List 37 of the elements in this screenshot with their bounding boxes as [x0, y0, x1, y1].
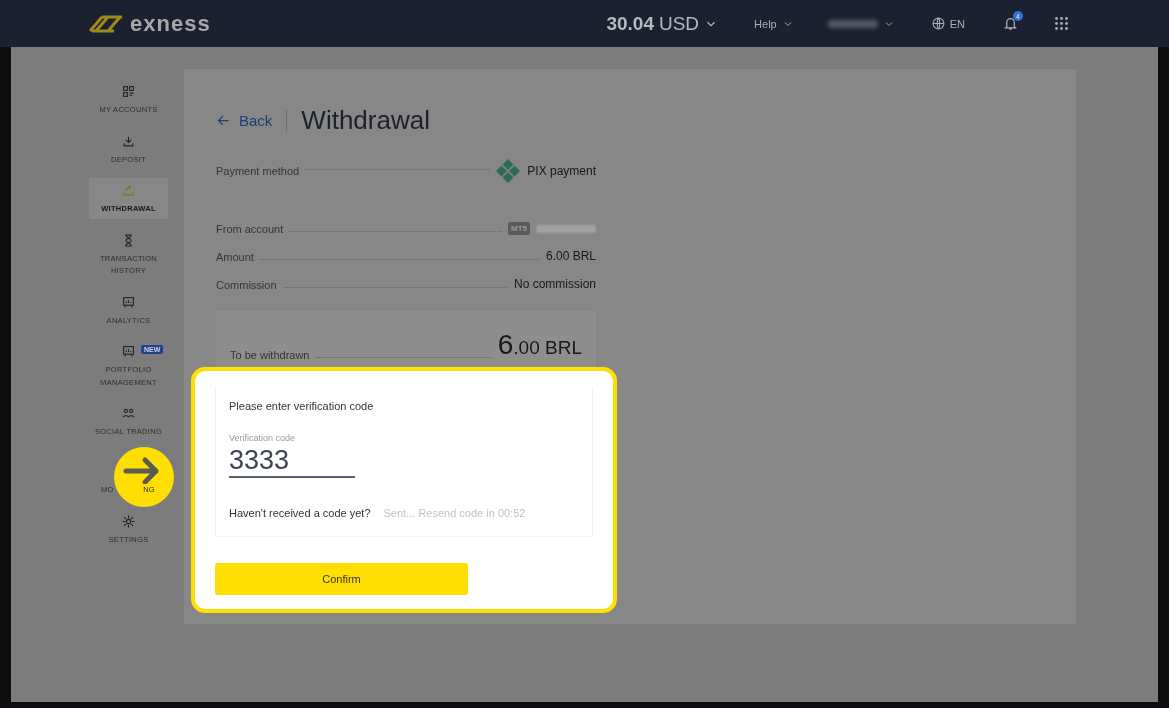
language-selector[interactable]: EN [931, 17, 965, 30]
resend-countdown: Sent... Resend code in 00:52 [383, 507, 526, 519]
brand-logo-text: exness [130, 10, 211, 37]
platform-tag: MT5 [508, 222, 530, 235]
chart-board-icon [122, 345, 135, 358]
redacted-account-number [536, 224, 596, 233]
detail-label: Amount [216, 251, 254, 263]
total-label: To be withdrawn [230, 349, 310, 361]
settings-icon [122, 514, 135, 528]
detail-label: From account [216, 223, 284, 235]
detail-value: 6.00 BRL [545, 249, 596, 263]
chart-board-icon [122, 295, 135, 309]
apps-grid-icon [1054, 16, 1069, 31]
verification-prompt: Please enter verification code [229, 400, 375, 412]
back-link[interactable]: Back [216, 112, 273, 129]
hourglass-icon [122, 233, 135, 247]
detail-label: Payment method [216, 165, 300, 177]
bell-icon [1003, 16, 1018, 31]
detail-value: No commission [513, 277, 596, 291]
total-amount: 6.00 BRL [497, 329, 582, 361]
field-label: Verification code [229, 433, 297, 443]
globe-icon [931, 17, 945, 30]
download-icon [122, 134, 135, 148]
page-title: Withdrawal [301, 105, 430, 136]
balance-selector[interactable]: 30.04 USD [606, 12, 719, 35]
help-menu[interactable]: Help [754, 17, 794, 30]
upload-arrow-icon [122, 184, 135, 197]
detail-label: Commission [216, 279, 277, 291]
verification-code-field[interactable]: 3333 [229, 445, 355, 478]
resend-question: Haven't received a code yet? [229, 507, 371, 519]
user-menu[interactable] [827, 17, 895, 30]
pix-logo-icon [495, 158, 522, 184]
confirm-button[interactable]: Confirm [215, 563, 468, 595]
people-icon [122, 407, 135, 420]
back-arrow-icon [216, 113, 231, 128]
detail-value: PIX payment [527, 164, 596, 178]
grid-list-icon [122, 85, 135, 98]
